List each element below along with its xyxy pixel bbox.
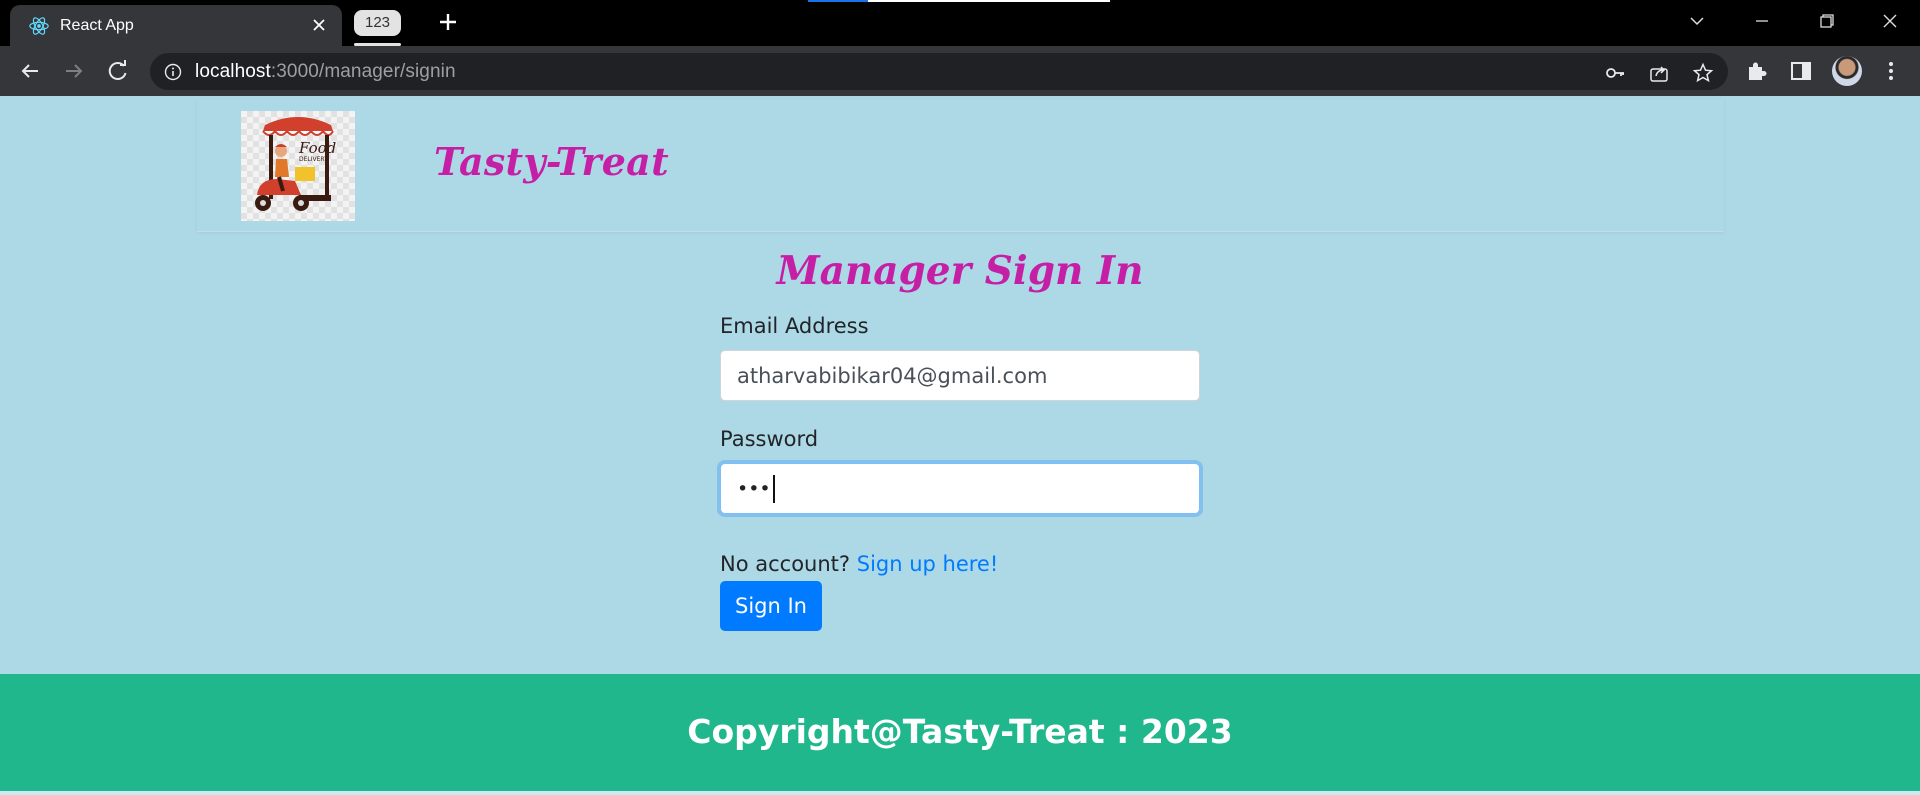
sign-in-button[interactable]: Sign In	[720, 581, 822, 631]
browser-tab-active[interactable]: React App	[10, 5, 342, 46]
close-window-icon[interactable]	[1870, 6, 1910, 36]
password-field[interactable]: •••	[720, 463, 1200, 514]
share-icon[interactable]	[1648, 62, 1670, 84]
extensions-icon[interactable]	[1744, 58, 1770, 84]
page: Food DELIVERY Tasty-Treat Manager Sign I…	[0, 96, 1920, 795]
chevron-down-icon[interactable]	[1677, 6, 1717, 36]
browser-tabbar: React App 123	[0, 0, 1920, 46]
tab-group-counter[interactable]: 123	[354, 10, 401, 36]
signin-form: Email Address Password •••	[720, 314, 1202, 514]
sidepanel-icon[interactable]	[1788, 58, 1814, 84]
logo-text: Food	[298, 139, 336, 157]
password-value: •••	[737, 478, 771, 500]
email-field[interactable]	[720, 350, 1200, 401]
forward-icon[interactable]	[59, 56, 89, 86]
close-icon[interactable]	[308, 14, 330, 36]
no-account-text: No account?	[720, 552, 851, 576]
text-caret	[772, 475, 775, 503]
copyright-text: Copyright@Tasty-Treat : 2023	[687, 712, 1233, 751]
email-label: Email Address	[720, 314, 869, 338]
minimize-icon[interactable]	[1742, 6, 1782, 36]
signup-link[interactable]: Sign up here!	[857, 552, 999, 576]
profile-avatar[interactable]	[1832, 56, 1862, 86]
site-footer: Copyright@Tasty-Treat : 2023	[0, 674, 1920, 791]
address-bar[interactable]: localhost:3000/manager/signin	[150, 53, 1728, 90]
logo-subtext: DELIVERY	[299, 156, 328, 163]
menu-icon[interactable]	[1878, 58, 1904, 84]
logo[interactable]: Food DELIVERY	[241, 111, 355, 221]
plus-icon[interactable]	[434, 8, 462, 36]
brand-name[interactable]: Tasty-Treat	[434, 139, 669, 184]
star-icon[interactable]	[1692, 62, 1714, 84]
password-label: Password	[720, 427, 819, 451]
url-text: localhost:3000/manager/signin	[195, 61, 456, 83]
site-header: Food DELIVERY Tasty-Treat	[197, 99, 1724, 232]
bottom-strip	[0, 791, 1920, 795]
key-icon[interactable]	[1604, 62, 1626, 84]
page-title: Manager Sign In	[776, 248, 1144, 294]
url-host: localhost	[195, 61, 271, 82]
restore-icon[interactable]	[1806, 6, 1846, 36]
info-icon[interactable]	[164, 63, 182, 81]
loading-progress	[808, 0, 1110, 2]
signup-prompt: No account? Sign up here!	[720, 552, 998, 576]
reload-icon[interactable]	[103, 56, 133, 86]
react-icon	[29, 17, 49, 35]
tab-title: React App	[60, 17, 134, 34]
url-path: :3000/manager/signin	[270, 61, 456, 82]
back-icon[interactable]	[15, 56, 45, 86]
delivery-scooter-icon: Food DELIVERY	[255, 117, 336, 211]
browser-toolbar: localhost:3000/manager/signin	[0, 46, 1920, 96]
